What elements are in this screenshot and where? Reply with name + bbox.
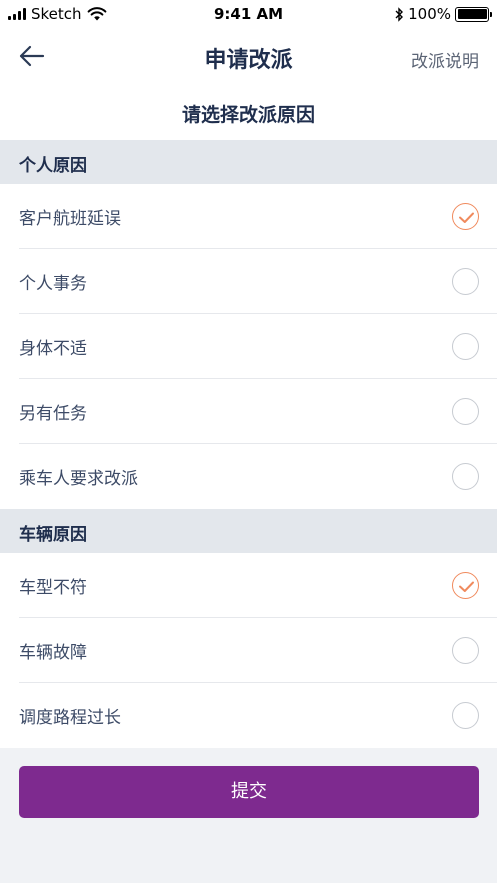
checkbox-icon[interactable] <box>452 268 479 295</box>
list-item-label: 客户航班延误 <box>19 209 121 229</box>
bluetooth-icon <box>395 6 404 22</box>
section-header-personal: 个人原因 <box>0 140 497 184</box>
list-item-label: 身体不适 <box>19 339 87 359</box>
section-header-vehicle: 车辆原因 <box>0 509 497 553</box>
checkbox-icon[interactable] <box>452 203 479 230</box>
list-item-label: 车型不符 <box>19 578 87 598</box>
subtitle: 请选择改派原因 <box>181 104 315 126</box>
checkbox-icon[interactable] <box>452 572 479 599</box>
checkbox-icon[interactable] <box>452 637 479 664</box>
checkbox-icon[interactable] <box>452 463 479 490</box>
list-item[interactable]: 身体不适 <box>0 314 497 379</box>
checkbox-icon[interactable] <box>452 702 479 729</box>
battery-percent: 100% <box>408 5 451 23</box>
list-item[interactable]: 个人事务 <box>0 249 497 314</box>
list-item-label: 调度路程过长 <box>19 708 121 728</box>
list-item[interactable]: 车型不符 <box>0 553 497 618</box>
list-item[interactable]: 调度路程过长 <box>0 683 497 748</box>
submit-button[interactable]: 提交 <box>19 766 479 818</box>
list-item-label: 车辆故障 <box>19 643 87 663</box>
checkbox-icon[interactable] <box>452 333 479 360</box>
list-item-label: 个人事务 <box>19 274 87 294</box>
list-item[interactable]: 另有任务 <box>0 379 497 444</box>
battery-icon <box>455 6 492 22</box>
reassign-info-link[interactable]: 改派说明 <box>411 47 479 72</box>
nav-bar: 申请改派 改派说明 <box>0 28 497 84</box>
checkbox-icon[interactable] <box>452 398 479 425</box>
list-item[interactable]: 车辆故障 <box>0 618 497 683</box>
status-bar: Sketch 9:41 AM 100% <box>0 0 497 28</box>
status-right: 100% <box>394 5 492 23</box>
list-item[interactable]: 客户航班延误 <box>0 184 497 249</box>
list-item-label: 乘车人要求改派 <box>19 469 138 489</box>
reason-list-vehicle: 车型不符 车辆故障 调度路程过长 <box>0 553 497 748</box>
reason-list-personal: 客户航班延误 个人事务 身体不适 另有任务 乘车人要求改派 <box>0 184 497 509</box>
list-item[interactable]: 乘车人要求改派 <box>0 444 497 509</box>
list-item-label: 另有任务 <box>19 404 87 424</box>
subtitle-bar: 请选择改派原因 <box>0 84 497 140</box>
